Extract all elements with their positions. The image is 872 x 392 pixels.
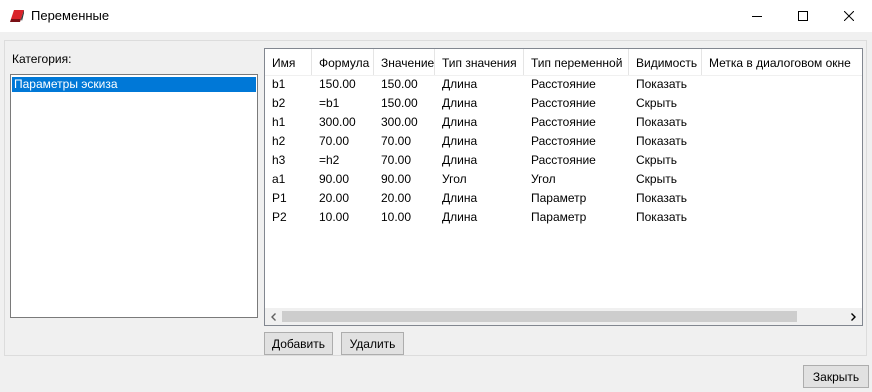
scrollbar-thumb[interactable] — [282, 311, 797, 322]
window-title: Переменные — [31, 8, 110, 23]
horizontal-scrollbar[interactable] — [265, 308, 862, 325]
cell-value[interactable]: 150.00 — [374, 94, 435, 113]
cell-variable-type[interactable]: Параметр — [524, 208, 629, 227]
cell-name[interactable]: P2 — [265, 208, 312, 227]
delete-button[interactable]: Удалить — [341, 332, 404, 355]
minimize-icon — [752, 16, 762, 17]
cell-visibility[interactable]: Скрыть — [629, 94, 702, 113]
cell-variable-type[interactable]: Расстояние — [524, 151, 629, 170]
table-row[interactable]: h3 =h2 70.00 Длина Расстояние Скрыть — [265, 151, 862, 170]
cell-visibility[interactable]: Показать — [629, 75, 702, 94]
cell-dialog-label[interactable] — [702, 151, 862, 170]
cell-visibility[interactable]: Скрыть — [629, 151, 702, 170]
cell-formula[interactable]: 150.00 — [312, 75, 374, 94]
category-label: Категория: — [12, 52, 72, 66]
table-row[interactable]: a1 90.00 90.00 Угол Угол Скрыть — [265, 170, 862, 189]
cell-formula[interactable]: 20.00 — [312, 189, 374, 208]
cell-visibility[interactable]: Показать — [629, 208, 702, 227]
cell-formula[interactable]: 300.00 — [312, 113, 374, 132]
maximize-icon — [798, 11, 808, 21]
cell-value[interactable]: 70.00 — [374, 132, 435, 151]
app-icon — [10, 10, 24, 22]
column-header-variable-type[interactable]: Тип переменной — [524, 49, 629, 75]
cell-variable-type[interactable]: Расстояние — [524, 75, 629, 94]
maximize-button[interactable] — [780, 0, 826, 32]
cell-dialog-label[interactable] — [702, 208, 862, 227]
cell-dialog-label[interactable] — [702, 113, 862, 132]
cell-formula[interactable]: =h2 — [312, 151, 374, 170]
cell-visibility[interactable]: Скрыть — [629, 170, 702, 189]
scroll-left-button[interactable] — [265, 308, 282, 325]
cell-dialog-label[interactable] — [702, 189, 862, 208]
column-header-value[interactable]: Значение — [374, 49, 435, 75]
cell-value[interactable]: 300.00 — [374, 113, 435, 132]
table-row[interactable]: b1 150.00 150.00 Длина Расстояние Показать — [265, 75, 862, 94]
minimize-button[interactable] — [734, 0, 780, 32]
table-header: Имя Формула Значение Тип значения Тип пе… — [265, 49, 862, 76]
table-row[interactable]: h1 300.00 300.00 Длина Расстояние Показать — [265, 113, 862, 132]
table-row[interactable]: b2 =b1 150.00 Длина Расстояние Скрыть — [265, 94, 862, 113]
cell-formula[interactable]: 70.00 — [312, 132, 374, 151]
close-button[interactable]: Закрыть — [803, 365, 869, 388]
cell-value[interactable]: 10.00 — [374, 208, 435, 227]
title-bar: Переменные — [0, 0, 872, 32]
cell-variable-type[interactable]: Расстояние — [524, 132, 629, 151]
table-row[interactable]: P2 10.00 10.00 Длина Параметр Показать — [265, 208, 862, 227]
cell-visibility[interactable]: Показать — [629, 113, 702, 132]
cell-name[interactable]: a1 — [265, 170, 312, 189]
cell-name[interactable]: h1 — [265, 113, 312, 132]
cell-value-type[interactable]: Длина — [435, 113, 524, 132]
cell-value-type[interactable]: Длина — [435, 94, 524, 113]
cell-value[interactable]: 70.00 — [374, 151, 435, 170]
add-button[interactable]: Добавить — [264, 332, 333, 355]
table-row[interactable]: P1 20.00 20.00 Длина Параметр Показать — [265, 189, 862, 208]
chevron-left-icon — [270, 312, 276, 321]
category-item-sketch-params[interactable]: Параметры эскиза — [12, 77, 256, 92]
chevron-right-icon — [850, 312, 856, 321]
cell-value-type[interactable]: Угол — [435, 170, 524, 189]
cell-name[interactable]: h2 — [265, 132, 312, 151]
cell-visibility[interactable]: Показать — [629, 189, 702, 208]
cell-name[interactable]: b1 — [265, 75, 312, 94]
cell-value[interactable]: 150.00 — [374, 75, 435, 94]
cell-dialog-label[interactable] — [702, 170, 862, 189]
cell-value-type[interactable]: Длина — [435, 132, 524, 151]
close-icon — [844, 11, 854, 21]
column-header-visibility[interactable]: Видимость — [629, 49, 702, 75]
cell-variable-type[interactable]: Параметр — [524, 189, 629, 208]
category-list[interactable]: Параметры эскиза — [10, 74, 258, 318]
cell-visibility[interactable]: Показать — [629, 132, 702, 151]
cell-dialog-label[interactable] — [702, 75, 862, 94]
column-header-formula[interactable]: Формула — [312, 49, 374, 75]
cell-value-type[interactable]: Длина — [435, 75, 524, 94]
cell-variable-type[interactable]: Расстояние — [524, 113, 629, 132]
cell-value-type[interactable]: Длина — [435, 151, 524, 170]
column-header-name[interactable]: Имя — [265, 49, 312, 75]
cell-variable-type[interactable]: Расстояние — [524, 94, 629, 113]
cell-variable-type[interactable]: Угол — [524, 170, 629, 189]
cell-name[interactable]: P1 — [265, 189, 312, 208]
cell-name[interactable]: b2 — [265, 94, 312, 113]
cell-dialog-label[interactable] — [702, 94, 862, 113]
scroll-right-button[interactable] — [844, 308, 861, 325]
cell-formula[interactable]: =b1 — [312, 94, 374, 113]
table-row[interactable]: h2 70.00 70.00 Длина Расстояние Показать — [265, 132, 862, 151]
cell-formula[interactable]: 10.00 — [312, 208, 374, 227]
close-window-button[interactable] — [826, 0, 872, 32]
column-header-value-type[interactable]: Тип значения — [435, 49, 524, 75]
cell-value-type[interactable]: Длина — [435, 208, 524, 227]
cell-dialog-label[interactable] — [702, 132, 862, 151]
cell-value[interactable]: 20.00 — [374, 189, 435, 208]
column-header-dialog-label[interactable]: Метка в диалоговом окне — [702, 49, 862, 75]
variables-table[interactable]: Имя Формула Значение Тип значения Тип пе… — [264, 48, 863, 326]
cell-formula[interactable]: 90.00 — [312, 170, 374, 189]
cell-value-type[interactable]: Длина — [435, 189, 524, 208]
cell-value[interactable]: 90.00 — [374, 170, 435, 189]
cell-name[interactable]: h3 — [265, 151, 312, 170]
